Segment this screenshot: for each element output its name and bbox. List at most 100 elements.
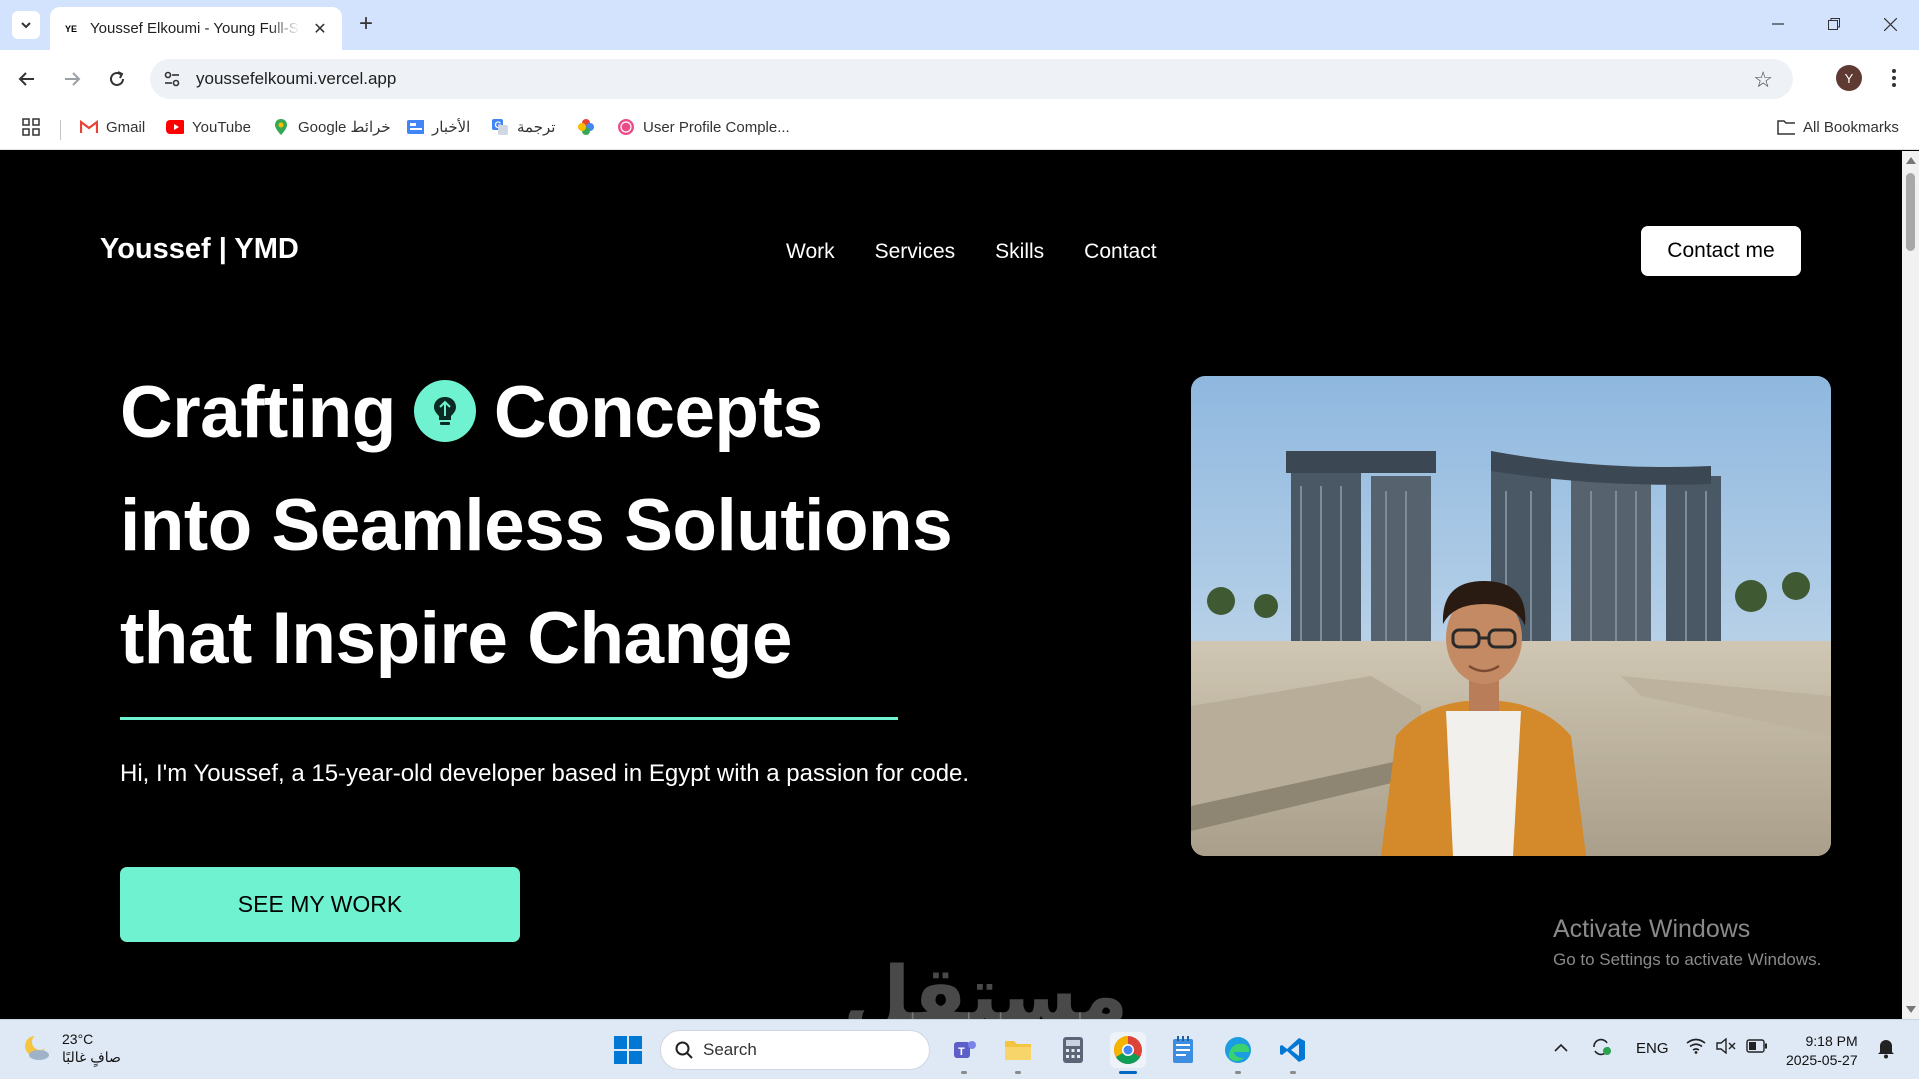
chrome-icon: [1114, 1036, 1142, 1064]
youtube-icon: [166, 118, 184, 136]
weather-description: صافٍ غالبًا: [62, 1049, 121, 1065]
close-window-button[interactable]: [1862, 0, 1918, 48]
bookmark-label: User Profile Comple...: [643, 118, 790, 136]
page-viewport: Youssef | YMD Work Services Skills Conta…: [0, 151, 1902, 1019]
photos-icon: [577, 118, 595, 136]
volume-button[interactable]: [1716, 1037, 1736, 1058]
edge-icon: [1225, 1037, 1251, 1063]
system-clock[interactable]: 9:18 PM 2025-05-27: [1786, 1032, 1858, 1070]
hero-headline: Crafting Concepts into Seamless Solution…: [120, 356, 953, 695]
site-logo[interactable]: Youssef | YMD: [100, 233, 299, 266]
bookmark-label: Gmail: [106, 118, 146, 136]
bookmark-translate[interactable]: G ترجمة: [491, 118, 555, 136]
bookmark-gmail[interactable]: Gmail: [80, 118, 145, 136]
wifi-icon: [1686, 1038, 1706, 1054]
nav-link-contact[interactable]: Contact: [1084, 240, 1156, 264]
site-info-icon[interactable]: [162, 69, 182, 89]
browser-tab-active[interactable]: YE Youssef Elkoumi - Young Full-Stack De…: [50, 7, 342, 50]
activate-windows-title: Activate Windows: [1553, 915, 1751, 943]
restore-icon: [1828, 18, 1840, 30]
nav-link-work[interactable]: Work: [786, 240, 835, 264]
calculator-app[interactable]: [1055, 1032, 1091, 1068]
main-nav: Work Services Skills Contact: [786, 240, 1157, 264]
svg-text:T: T: [958, 1046, 965, 1058]
maps-icon: [272, 118, 290, 136]
folder-icon: [1777, 118, 1795, 136]
battery-button[interactable]: [1746, 1039, 1768, 1057]
back-button[interactable]: [12, 64, 42, 94]
windows-logo-icon: [614, 1036, 642, 1064]
scroll-up-arrow-icon[interactable]: [1906, 157, 1916, 164]
browser-toolbar: youssefelkoumi.vercel.app ☆ Y: [0, 50, 1919, 108]
headline-line-2: into Seamless Solutions: [120, 485, 953, 566]
nav-link-skills[interactable]: Skills: [995, 240, 1044, 264]
input-language[interactable]: ENG: [1636, 1040, 1669, 1057]
volume-muted-icon: [1716, 1037, 1736, 1055]
reload-button[interactable]: [102, 64, 132, 94]
bookmark-user-profile[interactable]: User Profile Comple...: [617, 118, 790, 136]
notepad-app[interactable]: [1165, 1032, 1201, 1068]
site-favicon-icon: YE: [64, 23, 77, 34]
bookmark-news[interactable]: الأخبار: [406, 118, 470, 136]
sync-button[interactable]: [1590, 1036, 1612, 1062]
file-explorer-app[interactable]: [1000, 1032, 1036, 1074]
url-text: youssefelkoumi.vercel.app: [196, 69, 397, 88]
tab-title: Youssef Elkoumi - Young Full-Stack Devel…: [90, 20, 300, 37]
bookmark-label: الأخبار: [432, 119, 471, 136]
windows-taskbar: 23°C صافٍ غالبًا Search T ENG 9:18 PM 20…: [0, 1019, 1919, 1079]
bookmarks-divider: [60, 120, 61, 140]
network-button[interactable]: [1686, 1038, 1706, 1058]
dribbble-icon: [617, 118, 635, 136]
contact-me-button[interactable]: Contact me: [1641, 226, 1801, 276]
bookmark-star-icon[interactable]: ☆: [1753, 67, 1773, 93]
show-hidden-icons-button[interactable]: [1554, 1040, 1568, 1057]
search-icon: [675, 1041, 693, 1059]
weather-temperature: 23°C: [62, 1031, 94, 1047]
all-bookmarks-button[interactable]: All Bookmarks: [1777, 118, 1899, 136]
bookmark-label: YouTube: [192, 118, 251, 136]
scroll-down-arrow-icon[interactable]: [1906, 1006, 1916, 1013]
forward-button[interactable]: [57, 64, 87, 94]
headline-line-3: that Inspire Change: [120, 598, 792, 679]
bookmark-label: ترجمة: [517, 119, 556, 136]
chrome-app[interactable]: [1110, 1032, 1146, 1074]
bookmarks-bar: Gmail YouTube Google خرائط الأخبار G ترج…: [0, 108, 1919, 150]
start-button[interactable]: [610, 1032, 646, 1068]
page-scrollbar[interactable]: [1902, 151, 1919, 1019]
moon-cloud-icon: [25, 1034, 49, 1060]
minimize-button[interactable]: [1750, 0, 1806, 48]
more-vertical-icon: [1892, 69, 1896, 87]
apps-button[interactable]: [22, 118, 40, 136]
teams-app[interactable]: T: [946, 1032, 982, 1074]
arrow-left-icon: [18, 72, 34, 86]
tab-search-button[interactable]: [12, 11, 40, 39]
notifications-button[interactable]: [1876, 1037, 1896, 1063]
see-my-work-button[interactable]: SEE MY WORK: [120, 867, 520, 942]
weather-widget[interactable]: 23°C صافٍ غالبًا: [22, 1030, 121, 1066]
clock-date: 2025-05-27: [1786, 1052, 1858, 1068]
restore-button[interactable]: [1806, 0, 1862, 48]
bookmark-maps[interactable]: Google خرائط: [272, 118, 391, 136]
all-bookmarks-label: All Bookmarks: [1803, 118, 1899, 136]
arrow-right-icon: [65, 72, 81, 86]
browser-menu-button[interactable]: [1880, 64, 1908, 92]
close-tab-icon[interactable]: ✕: [310, 19, 330, 39]
scroll-thumb[interactable]: [1906, 173, 1915, 251]
bookmark-photos[interactable]: [577, 118, 603, 136]
news-icon: [406, 118, 424, 136]
new-tab-button[interactable]: +: [352, 10, 380, 38]
taskbar-search[interactable]: Search: [660, 1030, 930, 1070]
edge-app[interactable]: [1220, 1032, 1256, 1074]
calculator-icon: [1063, 1037, 1083, 1063]
minimize-icon: [1772, 23, 1784, 25]
lightbulb-icon: [413, 379, 476, 442]
address-bar[interactable]: youssefelkoumi.vercel.app ☆: [150, 59, 1793, 99]
search-label: Search: [703, 1040, 757, 1059]
teams-icon: T: [954, 1041, 976, 1058]
nav-link-services[interactable]: Services: [875, 240, 956, 264]
profile-avatar[interactable]: Y: [1836, 65, 1862, 91]
vscode-app[interactable]: [1275, 1032, 1311, 1074]
bookmark-youtube[interactable]: YouTube: [166, 118, 251, 136]
sync-icon: [1593, 1038, 1611, 1056]
chevron-up-icon: [1554, 1043, 1568, 1052]
